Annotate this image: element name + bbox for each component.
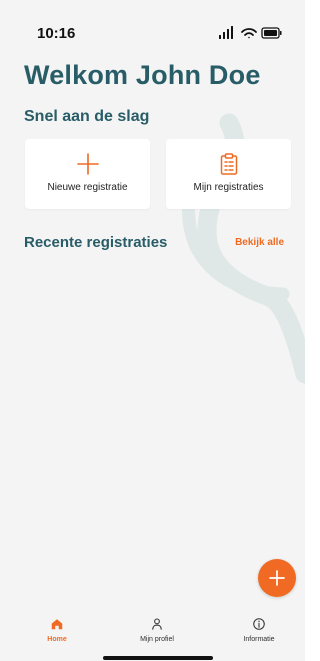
see-all-link[interactable]: Bekijk alle <box>235 237 284 248</box>
recent-registrations-heading: Recente registraties <box>24 234 168 251</box>
home-indicator <box>103 656 213 660</box>
add-registration-button[interactable] <box>258 559 296 597</box>
tab-information-label: Informatie <box>243 636 275 643</box>
my-registrations-card[interactable]: Mijn registraties <box>166 139 291 209</box>
status-bar: 10:16 <box>0 0 305 64</box>
info-icon <box>253 618 265 630</box>
tab-my-profile-label: Mijn profiel <box>140 636 174 643</box>
new-registration-card[interactable]: Nieuwe registratie <box>25 139 150 209</box>
wifi-icon <box>241 28 257 39</box>
my-registrations-label: Mijn registraties <box>193 182 264 193</box>
background-decoration <box>182 113 305 384</box>
tab-my-profile[interactable]: Mijn profiel <box>118 608 196 661</box>
new-registration-label: Nieuwe registratie <box>47 182 128 193</box>
status-time: 10:16 <box>37 25 76 42</box>
tab-home[interactable]: Home <box>18 608 96 661</box>
signal-icon <box>219 26 233 39</box>
bottom-tab-bar: Home Mijn profiel Informatie <box>0 608 305 661</box>
plus-icon <box>269 570 285 586</box>
tab-information[interactable]: Informatie <box>220 608 298 661</box>
battery-icon <box>261 27 282 39</box>
tab-home-label: Home <box>47 636 67 643</box>
home-icon <box>51 619 63 630</box>
page-title: Welkom John Doe <box>24 60 261 90</box>
clipboard-icon <box>220 153 237 175</box>
quick-start-heading: Snel aan de slag <box>24 108 150 125</box>
plus-icon <box>76 153 99 175</box>
status-icons <box>219 26 282 39</box>
user-icon <box>152 618 162 630</box>
app-screen: 10:16 Welkom John Doe Snel aan de slag N… <box>0 0 305 661</box>
